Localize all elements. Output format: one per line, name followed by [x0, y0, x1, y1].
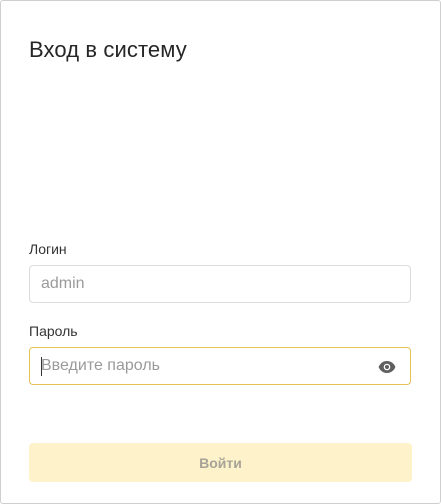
- login-input[interactable]: [30, 266, 410, 302]
- login-button[interactable]: Войти: [29, 443, 412, 482]
- password-input[interactable]: [30, 348, 410, 384]
- password-field-container: [29, 347, 411, 385]
- eye-icon[interactable]: [378, 360, 396, 374]
- login-card: Вход в систему Логин Пароль Войти: [0, 0, 441, 504]
- page-title: Вход в систему: [29, 37, 187, 62]
- login-label: Логин: [29, 241, 67, 257]
- login-field-container: [29, 265, 411, 303]
- text-caret: [41, 357, 42, 376]
- password-label: Пароль: [29, 323, 78, 339]
